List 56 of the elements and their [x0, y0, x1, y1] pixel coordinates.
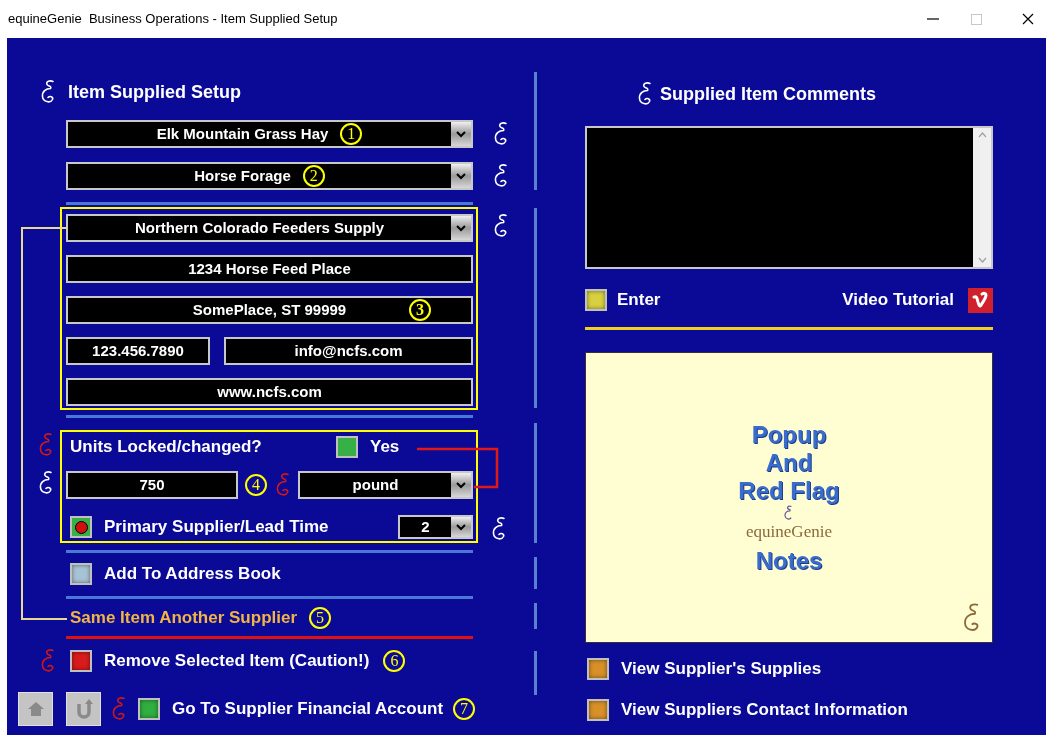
supplier-dropdown[interactable]: Northern Colorado Feeders Supply	[66, 214, 473, 242]
checkbox[interactable]	[336, 436, 358, 458]
callout-number: 1	[340, 123, 363, 145]
callout-number: 4	[245, 474, 267, 496]
video-icon[interactable]	[968, 287, 993, 313]
dropdown-button[interactable]	[451, 164, 471, 188]
address-field[interactable]: 1234 Horse Feed Place	[66, 255, 473, 283]
close-icon[interactable]	[1022, 13, 1034, 25]
logo-text: equineGenie	[746, 520, 832, 543]
city-field[interactable]: SomePlace, ST 99999 3	[66, 296, 473, 324]
caret-down-icon	[456, 130, 466, 138]
window-title: equineGenie Business Operations - Item Supplied Setup	[8, 10, 338, 29]
checkbox[interactable]	[70, 516, 92, 538]
notes-title-line: Notes	[755, 546, 823, 575]
callout-number: 5	[309, 607, 332, 629]
view-button[interactable]: View Suppliers Contact Information	[587, 699, 993, 721]
notes-title-line: Red Flag	[738, 476, 840, 505]
notes-title-line: And	[765, 448, 813, 477]
dropdown-button[interactable]	[451, 122, 471, 146]
units-label: Units Locked/changed?	[70, 436, 263, 459]
dropdown-button[interactable]	[451, 216, 471, 240]
remove-item-button[interactable]: Remove Selected Item (Caution!)	[70, 648, 370, 674]
checkbox-label: Primary Supplier/Lead Time	[104, 516, 329, 539]
undo-icon	[74, 699, 93, 719]
caret-down-icon	[456, 481, 466, 489]
checkbox-label: Yes	[370, 436, 400, 459]
callout-number: 6	[383, 650, 406, 672]
caret-down-icon	[456, 172, 466, 180]
add-to-address-book-button[interactable]: Add To Address Book	[70, 563, 525, 585]
section-heading: Item Supplied Setup	[68, 80, 241, 104]
view-button[interactable]: View Supplier's Supplies	[587, 658, 993, 680]
callout-number: 3	[409, 299, 431, 321]
undo-button[interactable]	[66, 692, 101, 726]
video-tutorial-link[interactable]: Video Tutorial	[842, 287, 954, 313]
callout-number: 2	[302, 165, 325, 187]
enter-button[interactable]: Enter	[585, 287, 661, 313]
section-heading: Supplied Item Comments	[660, 82, 877, 106]
home-button[interactable]	[18, 692, 53, 726]
lead-time-dropdown[interactable]: 2	[398, 515, 473, 539]
item-dropdown[interactable]: Elk Mountain Grass Hay 1	[66, 120, 473, 148]
home-icon	[26, 701, 45, 717]
same-item-another-supplier-link[interactable]: Same Item Another Supplier	[70, 605, 298, 631]
dropdown-button[interactable]	[451, 517, 471, 537]
phone-field[interactable]: 123.456.7890	[66, 337, 210, 365]
category-dropdown[interactable]: Horse Forage 2	[66, 162, 473, 190]
notes-title-line: Popup	[751, 420, 827, 449]
email-field[interactable]: info@ncfs.com	[224, 337, 473, 365]
comments-field[interactable]	[585, 126, 993, 269]
dropdown-button[interactable]	[451, 473, 471, 497]
caret-down-icon	[456, 523, 466, 531]
website-field[interactable]: www.ncfs.com	[66, 378, 473, 406]
unit-dropdown[interactable]: pound	[298, 471, 473, 499]
callout-number: 7	[453, 698, 476, 720]
caret-down-icon	[456, 224, 466, 232]
quantity-field[interactable]: 750	[66, 471, 238, 499]
financial-account-button[interactable]: Go To Supplier Financial Account	[138, 696, 444, 722]
